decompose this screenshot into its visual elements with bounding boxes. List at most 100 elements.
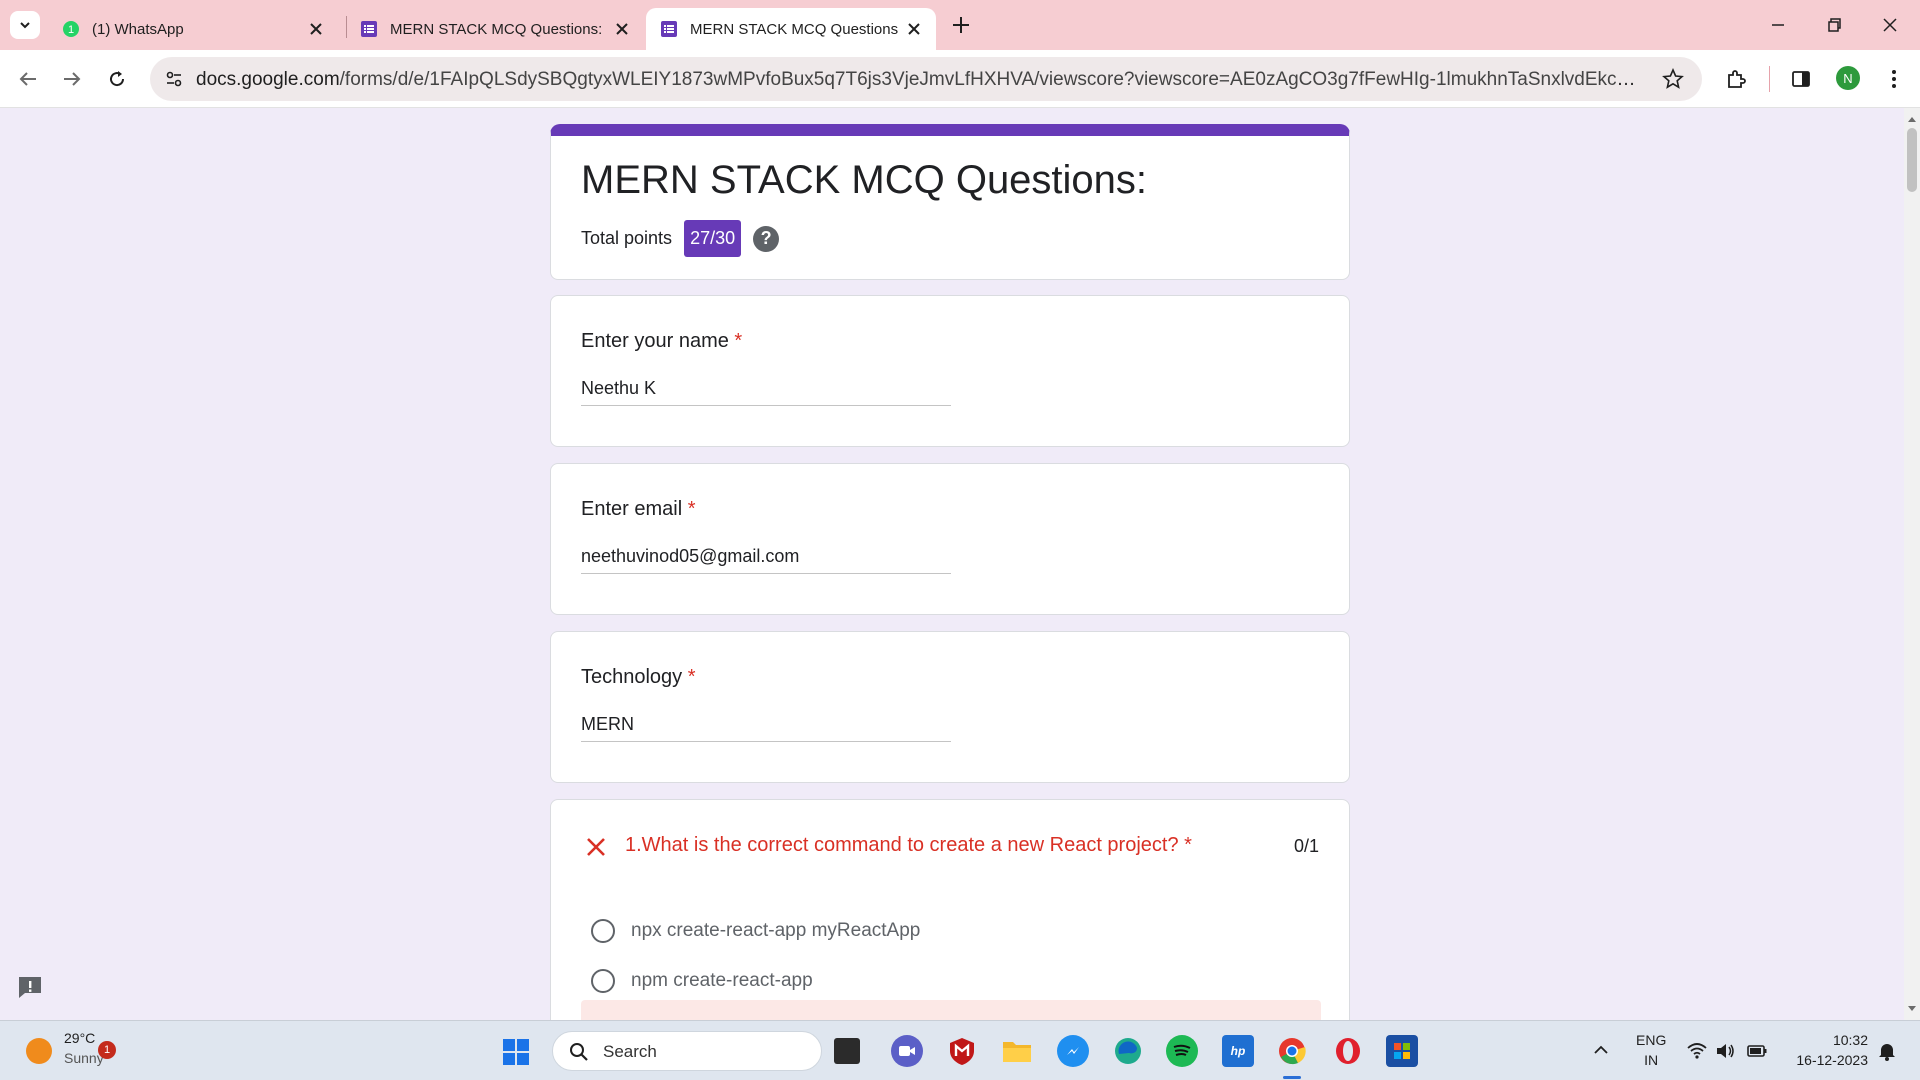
url-text: docs.google.com/forms/d/e/1FAIpQLSdySBQg… [196, 69, 1642, 91]
volume-icon[interactable] [1714, 1040, 1736, 1062]
google-forms-icon [361, 21, 377, 37]
site-settings-icon[interactable] [164, 69, 184, 89]
total-points-label: Total points [581, 228, 673, 248]
messenger-app-icon[interactable] [1057, 1035, 1089, 1067]
incorrect-x-icon [587, 838, 605, 856]
google-forms-icon [661, 21, 677, 37]
question-card-name: Enter your name * Neethu K [550, 295, 1350, 447]
required-asterisk: * [687, 666, 696, 688]
radio-button[interactable] [591, 919, 615, 943]
url-host: docs.google.com [196, 69, 340, 90]
question-points: 0/1 [1293, 836, 1319, 856]
required-asterisk: * [734, 330, 743, 352]
language-indicator[interactable]: ENG IN [1636, 1030, 1666, 1070]
help-icon[interactable]: ? [753, 225, 780, 252]
question-label: Technology [581, 666, 683, 688]
form-title: MERN STACK MCQ Questions: [581, 158, 1148, 202]
question-title: Technology * [581, 666, 696, 689]
spotify-icon[interactable] [1166, 1035, 1198, 1067]
teams-meet-icon[interactable] [891, 1035, 923, 1067]
form-page: MERN STACK MCQ Questions: Total points 2… [0, 108, 1904, 1020]
tab-search-button[interactable] [10, 11, 40, 39]
windows-start-icon[interactable] [502, 1038, 530, 1066]
search-icon [570, 1043, 588, 1061]
radio-button[interactable] [591, 969, 615, 993]
whatsapp-icon: 1 [63, 21, 79, 37]
tab-mern-form-1[interactable]: MERN STACK MCQ Questions: [346, 8, 644, 50]
bookmark-star-icon[interactable] [1662, 68, 1684, 90]
opera-browser-icon[interactable] [1332, 1035, 1364, 1067]
page-scrollbar[interactable] [1904, 108, 1920, 1020]
answer-value: MERN [581, 714, 951, 742]
close-window-icon[interactable] [1878, 13, 1902, 37]
clock-time: 10:32 [1832, 1032, 1868, 1048]
address-bar[interactable]: docs.google.com/forms/d/e/1FAIpQLSdySBQg… [150, 57, 1702, 101]
reload-icon[interactable] [105, 67, 129, 91]
weather-notification-badge: 1 [98, 1041, 116, 1059]
required-asterisk: * [687, 498, 696, 520]
option-label: npx create-react-app myReactApp [631, 920, 921, 941]
tab-label: MERN STACK MCQ Questions: [690, 20, 898, 38]
weather-sun-icon[interactable] [26, 1038, 52, 1064]
selected-wrong-answer-row [581, 1000, 1321, 1020]
notification-bell-icon[interactable] [1876, 1040, 1898, 1062]
scroll-up-arrow-icon[interactable] [1908, 116, 1916, 124]
question-title: Enter email * [581, 498, 696, 521]
close-tab-icon[interactable] [906, 21, 922, 37]
region-code: IN [1644, 1052, 1659, 1068]
search-placeholder: Search [603, 1042, 657, 1061]
back-arrow-icon[interactable] [16, 67, 40, 91]
chevron-down-icon [20, 22, 30, 29]
tab-label: MERN STACK MCQ Questions: [390, 20, 603, 38]
restore-icon[interactable] [1822, 13, 1846, 37]
feedback-icon[interactable] [16, 974, 44, 1000]
option-row[interactable]: npm create-react-app [591, 969, 813, 993]
browser-toolbar: docs.google.com/forms/d/e/1FAIpQLSdySBQg… [0, 50, 1920, 108]
profile-avatar[interactable]: N [1836, 66, 1860, 90]
question-label: Enter email [581, 498, 683, 520]
clock-date: 16-12-2023 [1796, 1052, 1868, 1068]
total-points-row: Total points 27/30 ? [581, 220, 780, 257]
weather-temperature: 29°C [64, 1030, 96, 1046]
language-code: ENG [1636, 1032, 1667, 1048]
taskbar-search[interactable]: Search [552, 1031, 822, 1071]
microsoft-store-icon[interactable] [1386, 1035, 1418, 1067]
tab-strip: 1 (1) WhatsApp MERN STACK MCQ Questions:… [0, 0, 1920, 50]
scroll-thumb[interactable] [1907, 128, 1917, 192]
extensions-puzzle-icon[interactable] [1724, 67, 1748, 91]
task-view-icon[interactable] [834, 1038, 860, 1064]
url-path: /forms/d/e/1FAIpQLSdySBQgtyxWLEIY1873wMP… [339, 69, 1642, 90]
kebab-menu-icon[interactable] [1882, 67, 1906, 91]
question-card-technology: Technology * MERN [550, 631, 1350, 783]
question-title: Enter your name * [581, 330, 742, 353]
active-app-indicator [1283, 1076, 1301, 1079]
minimize-icon[interactable] [1766, 13, 1790, 37]
question-label: Enter your name [581, 330, 729, 352]
file-explorer-icon[interactable] [1001, 1035, 1033, 1067]
show-hidden-icons-chevron-up-icon[interactable] [1592, 1041, 1610, 1059]
scroll-down-arrow-icon[interactable] [1908, 1004, 1916, 1012]
wifi-icon[interactable] [1686, 1040, 1708, 1062]
option-row[interactable]: npx create-react-app myReactApp [591, 919, 920, 943]
side-panel-icon[interactable] [1789, 67, 1813, 91]
question-title: 1.What is the correct command to create … [625, 834, 1192, 857]
question-card-1: 1.What is the correct command to create … [550, 799, 1350, 1020]
whatsapp-badge: 1 [68, 24, 74, 36]
close-tab-icon[interactable] [308, 21, 324, 37]
close-tab-icon[interactable] [614, 21, 630, 37]
tab-whatsapp[interactable]: 1 (1) WhatsApp [48, 8, 338, 50]
edge-browser-icon[interactable] [1112, 1035, 1144, 1067]
tab-mern-form-2-active[interactable]: MERN STACK MCQ Questions: [646, 8, 936, 50]
system-clock[interactable]: 10:32 16-12-2023 [1780, 1030, 1868, 1070]
mcafee-shield-icon[interactable] [946, 1035, 978, 1067]
required-asterisk: * [1184, 834, 1192, 856]
option-label: npm create-react-app [631, 970, 813, 991]
question-card-email: Enter email * neethuvinod05@gmail.com [550, 463, 1350, 615]
toolbar-divider [1769, 66, 1770, 92]
new-tab-icon[interactable] [950, 14, 972, 36]
forward-arrow-icon[interactable] [60, 67, 84, 91]
chrome-browser-icon[interactable] [1276, 1035, 1308, 1067]
myhp-app-icon[interactable]: hp [1222, 1035, 1254, 1067]
question-label: 1.What is the correct command to create … [625, 834, 1179, 856]
battery-icon[interactable] [1746, 1040, 1768, 1062]
